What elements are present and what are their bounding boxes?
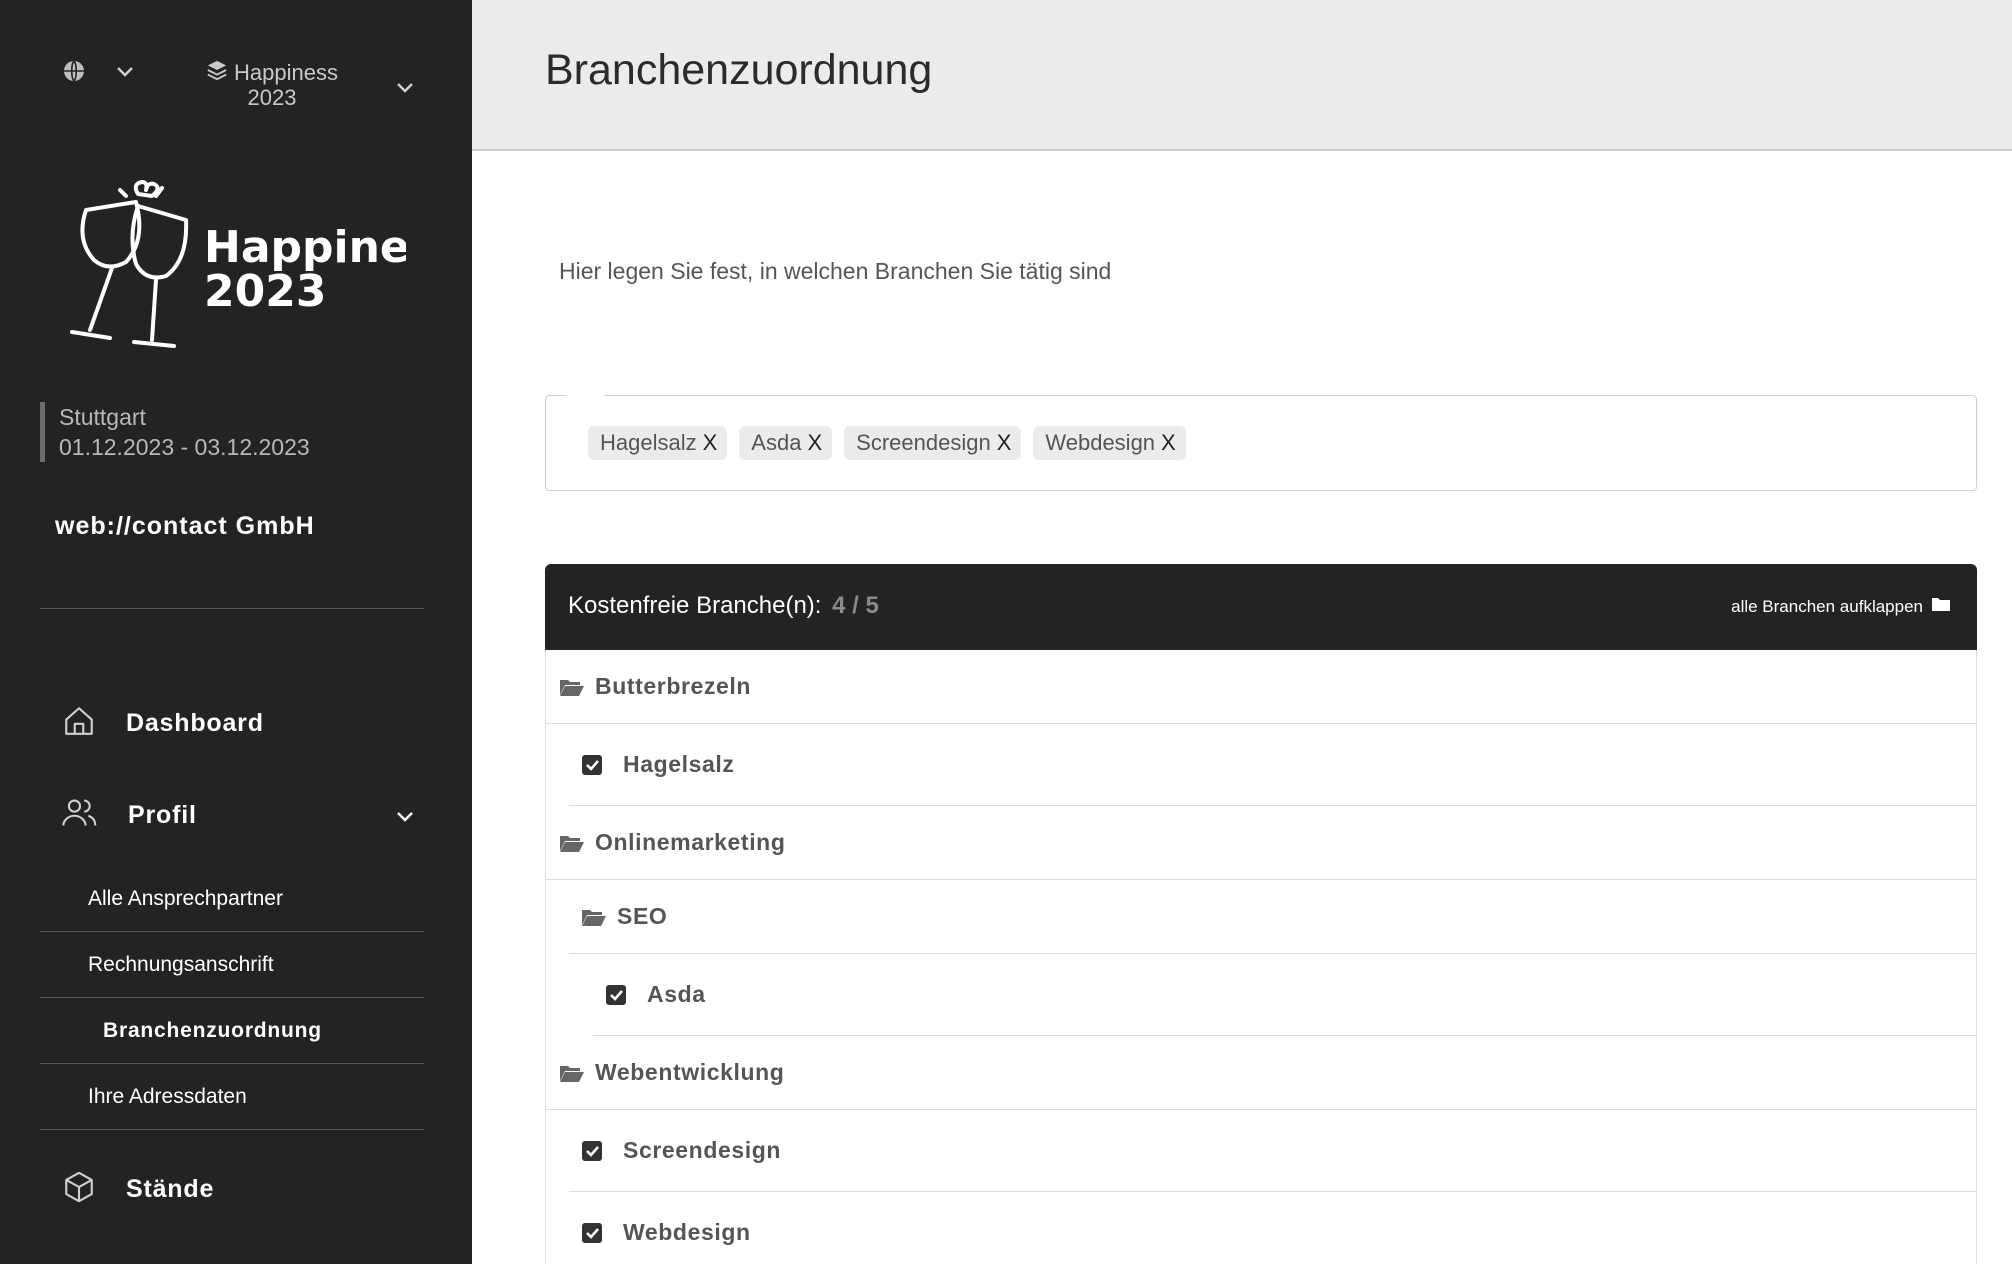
tree-folder-label: SEO [617, 903, 668, 929]
chevron-down-icon [116, 65, 134, 83]
nav-dashboard-label: Dashboard [126, 709, 264, 737]
expand-all-label: alle Branchen aufklappen [1731, 596, 1923, 616]
event-location: Stuttgart 01.12.2023 - 03.12.2023 [40, 402, 310, 462]
tree-item-webdesign[interactable]: Webdesign [569, 1192, 1977, 1264]
checkbox-checked-icon[interactable] [581, 1222, 603, 1244]
tree-folder-onlinemarketing[interactable]: Onlinemarketing [545, 806, 1977, 880]
folder-open-icon [559, 677, 585, 697]
tree-folder-label: Butterbrezeln [595, 673, 752, 699]
free-branches-count: 4 / 5 [832, 592, 879, 619]
tree-folder-label: Webentwicklung [595, 1059, 785, 1085]
layers-icon [206, 59, 228, 86]
branch-tree: Butterbrezeln Hagelsalz Onlinemarketing … [545, 650, 1977, 1264]
folder-icon [1931, 596, 1951, 617]
tree-folder-seo[interactable]: SEO [569, 880, 1977, 954]
nav-profil-label: Profil [128, 801, 197, 829]
event-name-line2: 2023 [247, 85, 297, 110]
divider [40, 608, 424, 609]
language-selector[interactable] [62, 59, 134, 88]
event-name-line1: Happiness [234, 59, 338, 85]
tree-item-label: Screendesign [623, 1137, 782, 1163]
tree-item-label: Asda [647, 981, 706, 1007]
checkbox-checked-icon[interactable] [581, 1140, 603, 1162]
selected-branches-input[interactable]: Hagelsalz X Asda X Screendesign X Webdes… [545, 394, 1977, 491]
profil-submenu: Alle Ansprechpartner Rechnungsanschrift … [40, 866, 424, 1130]
nav-dashboard[interactable]: Dashboard [62, 704, 264, 743]
svg-text:2023: 2023 [204, 266, 326, 317]
tree-folder-butterbrezeln[interactable]: Butterbrezeln [545, 650, 1977, 724]
tree-item-label: Hagelsalz [623, 751, 735, 777]
tree-item-label: Webdesign [623, 1219, 751, 1245]
tag-label: Screendesign [856, 430, 991, 455]
nav-staende[interactable]: Stände [62, 1170, 214, 1209]
event-logo: Happiness 2023 [46, 180, 462, 360]
tag-label: Webdesign [1045, 430, 1156, 455]
tag-list: Hagelsalz X Asda X Screendesign X Webdes… [588, 426, 1186, 460]
page-header: Branchenzuordnung [472, 0, 2012, 151]
event-city: Stuttgart [59, 404, 146, 430]
tree-folder-webentwicklung[interactable]: Webentwicklung [545, 1036, 1977, 1110]
folder-open-icon [559, 1063, 585, 1083]
tree-item-screendesign[interactable]: Screendesign [569, 1110, 1977, 1192]
remove-tag-icon[interactable]: X [1161, 430, 1176, 456]
tag-hagelsalz: Hagelsalz X [588, 426, 728, 460]
tag-webdesign: Webdesign X [1033, 426, 1186, 460]
globe-icon [62, 59, 86, 88]
sidebar: Happiness 2023 Happiness 2023 Stuttgart [0, 0, 472, 1264]
top-controls: Happiness 2023 [0, 56, 472, 116]
tree-folder-label: Onlinemarketing [595, 829, 786, 855]
nav-profil[interactable]: Profil [62, 796, 414, 835]
tree-item-asda[interactable]: Asda [593, 954, 1977, 1036]
branches-panel-header: Kostenfreie Branche(n): 4 / 5 alle Branc… [545, 564, 1977, 650]
remove-tag-icon[interactable]: X [997, 430, 1012, 456]
submenu-item-rechnungsanschrift[interactable]: Rechnungsanschrift [40, 932, 424, 998]
checkbox-checked-icon[interactable] [581, 754, 603, 776]
nav-staende-label: Stände [126, 1175, 215, 1203]
tag-asda: Asda X [739, 426, 833, 460]
expand-all-button[interactable]: alle Branchen aufklappen [1731, 596, 1951, 617]
chevron-down-icon [396, 81, 414, 99]
intro-text: Hier legen Sie fest, in welchen Branchen… [559, 258, 1112, 284]
cube-icon [62, 1170, 96, 1209]
submenu-item-ansprechpartner[interactable]: Alle Ansprechpartner [40, 866, 424, 932]
event-dates: 01.12.2023 - 03.12.2023 [59, 434, 310, 460]
tree-item-hagelsalz[interactable]: Hagelsalz [569, 724, 1977, 806]
panel-title-label: Kostenfreie Branche(n): [568, 592, 822, 619]
submenu-item-branchenzuordnung[interactable]: Branchenzuordnung [40, 998, 424, 1064]
tag-screendesign: Screendesign X [844, 426, 1022, 460]
folder-open-icon [581, 907, 607, 927]
page-title: Branchenzuordnung [545, 46, 933, 94]
panel-title: Kostenfreie Branche(n): 4 / 5 [568, 592, 879, 620]
home-icon [62, 704, 96, 743]
tag-label: Asda [751, 430, 802, 455]
submenu-item-adressdaten[interactable]: Ihre Adressdaten [40, 1064, 424, 1130]
folder-open-icon [559, 833, 585, 853]
company-name: web://contact GmbH [55, 512, 315, 540]
tag-label: Hagelsalz [600, 430, 697, 455]
checkbox-checked-icon[interactable] [605, 984, 627, 1006]
event-selector[interactable]: Happiness 2023 [204, 59, 414, 110]
remove-tag-icon[interactable]: X [703, 430, 718, 456]
chevron-down-icon [396, 810, 414, 828]
remove-tag-icon[interactable]: X [807, 430, 822, 456]
users-icon [62, 796, 98, 835]
event-name: Happiness 2023 [204, 59, 340, 110]
